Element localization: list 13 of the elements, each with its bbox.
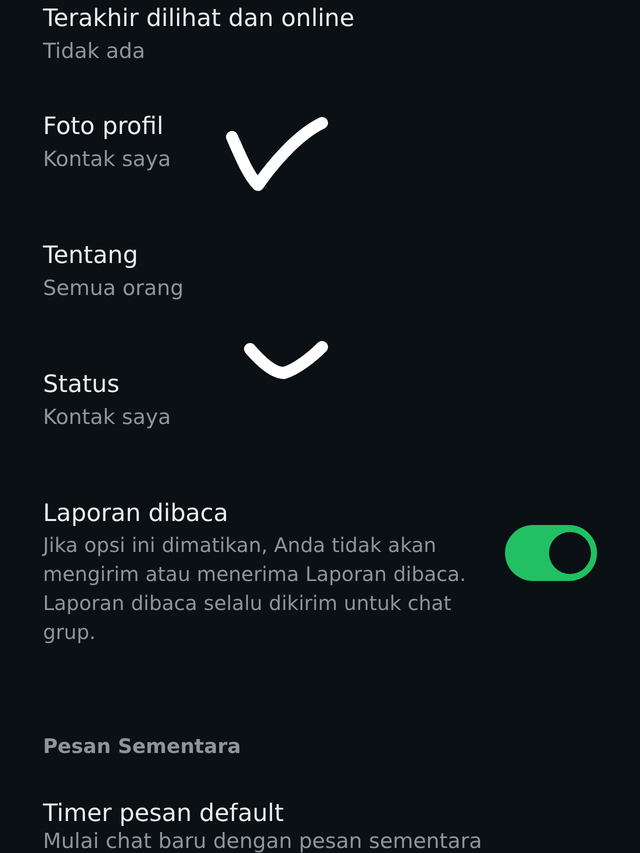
setting-description: Mulai chat baru dengan pesan sementara: [43, 829, 482, 853]
setting-value: Tidak ada: [43, 38, 146, 65]
section-header: Pesan Sementara: [42, 733, 242, 760]
setting-title[interactable]: Foto profil: [43, 108, 164, 144]
setting-value: Kontak saya: [43, 404, 171, 431]
setting-title[interactable]: Terakhir dilihat dan online: [43, 0, 354, 36]
setting-value: Semua orang: [43, 275, 184, 302]
setting-title[interactable]: Tentang: [43, 237, 138, 273]
setting-description: Jika opsi ini dimatikan, Anda tidak akan mengirim atau menerima Laporan dibaca. Laporan dibaca selalu dikirim untuk chat grup.: [43, 532, 468, 646]
setting-value: Kontak saya: [43, 146, 171, 173]
setting-title[interactable]: Timer pesan default: [43, 797, 284, 829]
setting-title[interactable]: Status: [43, 366, 120, 402]
setting-title: Laporan dibaca: [43, 498, 228, 529]
